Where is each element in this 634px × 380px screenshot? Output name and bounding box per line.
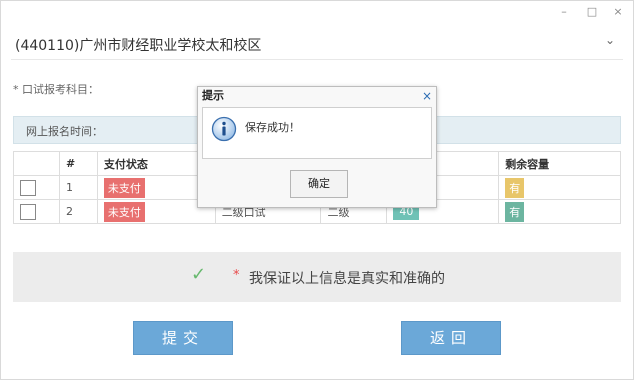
maximize-button[interactable]: □ [581,4,603,20]
checkmark-icon[interactable]: ✓ [191,264,206,285]
capacity-badge: 有 [505,177,525,198]
chevron-down-icon[interactable]: ⌄ [605,33,615,47]
row-checkbox[interactable] [20,179,36,196]
row-number: 1 [58,175,98,200]
required-star: * [233,268,240,283]
title-bar: – □ × [1,1,633,23]
row-checkbox-cell [13,175,60,200]
dialog-title: 提示 [202,89,224,102]
ok-button[interactable]: 确定 [290,170,348,198]
row-number: 2 [58,199,98,224]
guarantee-text: 我保证以上信息是真实和准确的 [249,271,445,287]
minimize-button[interactable]: – [553,4,575,20]
unpaid-badge: 未支付 [103,201,145,222]
dialog-close-icon[interactable]: × [422,87,432,105]
close-button[interactable]: × [607,4,629,20]
dialog-body: 保存成功！ [202,107,432,159]
capacity-cell: 有 [498,199,621,224]
alert-dialog: 提示 × 保存成功！ 确定 [197,86,437,208]
capacity-badge: 有 [505,201,525,222]
header-number: # [58,151,98,176]
school-select[interactable]: (440110)广州市财经职业学校太和校区 [15,35,261,55]
subject-label: * 口试报考科目： [13,83,99,96]
row-checkbox[interactable] [20,203,36,220]
unpaid-badge: 未支付 [103,177,145,198]
registration-time-label: 网上报名时间： [26,125,103,138]
header-remaining-capacity: 剩余容量 [498,151,621,176]
back-button[interactable]: 返回 [401,321,501,355]
row-checkbox-cell [13,199,60,224]
info-icon [211,116,237,142]
divider [11,59,623,60]
header-select [13,151,60,176]
submit-button[interactable]: 提交 [133,321,233,355]
capacity-cell: 有 [498,175,621,200]
dialog-message: 保存成功！ [245,121,300,134]
app-window: – □ × (440110)广州市财经职业学校太和校区 ⌄ * 口试报考科目： … [0,0,634,380]
guarantee-box[interactable]: ✓ * 我保证以上信息是真实和准确的 [13,252,621,302]
